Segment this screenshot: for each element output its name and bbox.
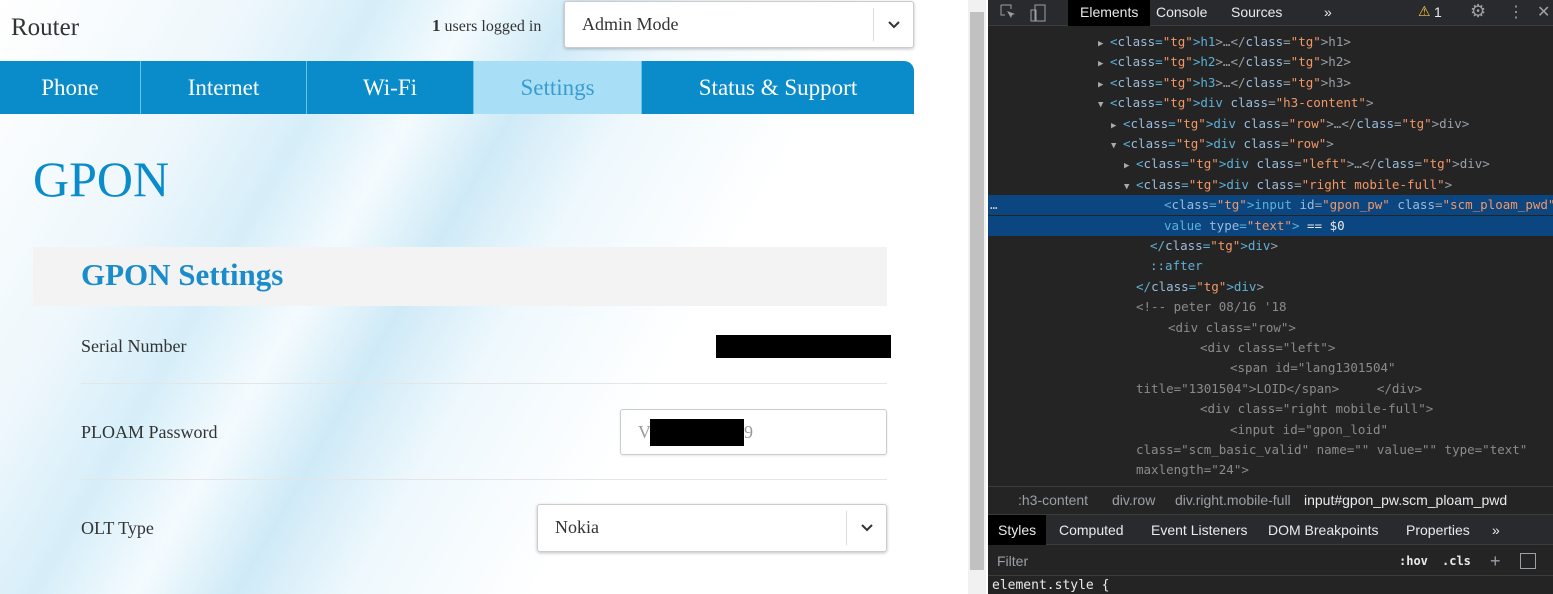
dom-node[interactable]: <div class="right mobile-full"> [988,399,1553,419]
dom-tree: ▶ <class="tg">h1>…</class="tg">h1> ▶ <class… [988,32,1553,484]
dom-node[interactable]: ▶ <class="tg">div class="left">…</class="… [988,154,1553,174]
add-rule-icon[interactable]: + [1490,546,1501,576]
dom-node[interactable]: ▶ <class="tg">h1>…</class="tg">h1> [988,32,1553,52]
dom-node[interactable]: ▼ <class="tg">div class="row"> [988,134,1553,154]
breadcrumb-item[interactable]: :h3-content [1018,487,1088,513]
dom-node[interactable]: <span id="lang1301504" [988,358,1553,378]
filter-input[interactable]: Filter [997,546,1028,576]
styles-filter: Filter :hov .cls + [988,546,1553,576]
dom-node[interactable]: ▼ <class="tg">div class="h3-content"> [988,93,1553,113]
olt-type-label: OLT Type [81,518,154,538]
section-title: GPON Settings [81,257,284,292]
users-text: users logged in [444,18,542,35]
olt-type-select[interactable]: Nokia [537,504,887,552]
hov-toggle[interactable]: :hov [1399,546,1428,576]
dom-node[interactable]: ▼ <class="tg">div class="right mobile-ful… [988,175,1553,195]
divider [81,383,887,384]
tab-sources[interactable]: Sources [1219,0,1294,26]
tab-settings[interactable]: Settings [474,61,642,114]
dom-node[interactable]: ▶ <class="tg">h3>…</class="tg">h3> [988,73,1553,93]
mode-value: Admin Mode [582,14,679,34]
more-icon[interactable]: ⋮ [1508,2,1524,22]
breadcrumb-item[interactable]: div.right.mobile-full [1175,487,1291,513]
warning-icon[interactable]: ⚠ [1418,3,1431,20]
dom-node[interactable]: <div class="left"> [988,338,1553,358]
styles-pane-tabs: Styles Computed Event Listeners DOM Brea… [988,514,1553,545]
tab-status-support[interactable]: Status & Support [642,61,914,114]
tab-computed[interactable]: Computed [1049,515,1134,545]
main-nav: Phone Internet Wi-Fi Settings Status & S… [0,61,914,114]
dom-node[interactable]: </div> [988,481,1553,484]
tab-elements[interactable]: Elements [1068,0,1151,26]
more-style-tabs-button[interactable]: » [1482,515,1510,545]
page-title: GPON [33,151,170,207]
device-toolbar-icon[interactable] [1030,4,1046,25]
brand-title: Router [11,14,80,41]
devtools-panel: Elements Console Sources » ⚠ 1 ⚙ ⋮ ✕ ▶ <c… [988,0,1553,594]
breadcrumb-item-active[interactable]: input#gpon_pw.scm_ploam_pwd [1304,487,1507,513]
dom-node[interactable]: title="1301504">LOID</span> </div> [988,379,1553,399]
router-page: Router 1 users logged in Admin Mode Phon… [0,0,988,594]
inspect-icon[interactable] [1000,4,1016,23]
olt-type-value: Nokia [555,517,599,537]
dom-node[interactable]: </class="tg">div> [988,277,1553,297]
warning-count[interactable]: 1 [1434,4,1442,20]
tab-event-listeners[interactable]: Event Listeners [1141,515,1258,545]
dom-node[interactable]: value type="text"> == $0 [988,215,1553,236]
dom-node[interactable]: class="scm_basic_valid" name="" value=""… [988,440,1553,460]
users-count: 1 [432,16,441,35]
element-style-rule: element.style { [992,578,1110,593]
devtools-toolbar: Elements Console Sources » ⚠ 1 ⚙ ⋮ ✕ [988,0,1553,26]
divider [81,479,887,480]
scrollbar-thumb[interactable] [970,12,984,570]
dom-node[interactable]: ▶ <class="tg">div class="row">…</class="t… [988,114,1553,134]
toggle-sidebar-icon[interactable] [1520,553,1536,569]
gear-icon[interactable]: ⚙ [1470,1,1486,22]
chevron-down-icon [846,511,886,545]
dom-node[interactable]: … <class="tg">input id="gpon_pw" class="s… [988,195,1553,216]
ploam-password-label: PLOAM Password [81,422,218,442]
cls-toggle[interactable]: .cls [1442,546,1471,576]
tab-wifi[interactable]: Wi-Fi [307,61,474,114]
close-icon[interactable]: ✕ [1537,2,1550,22]
dom-node[interactable]: ::after [988,256,1553,276]
chevron-down-icon [873,8,913,41]
users-logged-in: 1 users logged in [432,16,541,36]
mode-select[interactable]: Admin Mode [564,1,914,48]
dom-node[interactable]: maxlength="24"> [988,460,1553,480]
ploam-suffix: 9 [744,422,753,442]
tab-console[interactable]: Console [1144,0,1219,26]
dom-node[interactable]: </class="tg">div> [988,236,1553,256]
more-tabs-button[interactable]: » [1312,0,1344,26]
dom-node[interactable]: <!-- peter 08/16 '18 [988,297,1553,317]
section-header: GPON Settings [33,247,887,306]
dom-node[interactable]: <div class="row"> [988,318,1553,338]
serial-number-label: Serial Number [81,336,187,356]
tab-dom-breakpoints[interactable]: DOM Breakpoints [1258,515,1388,545]
breadcrumb: :h3-content div.row div.right.mobile-ful… [988,486,1553,512]
tab-internet[interactable]: Internet [141,61,307,114]
breadcrumb-item[interactable]: div.row [1112,487,1155,513]
tab-phone[interactable]: Phone [0,61,141,114]
serial-number-redacted [716,335,891,358]
dom-node[interactable]: ▶ <class="tg">h2>…</class="tg">h2> [988,52,1553,72]
ploam-password-input[interactable]: V 9 [620,409,887,455]
ploam-redacted [650,419,744,446]
tab-styles[interactable]: Styles [988,515,1047,545]
tab-properties[interactable]: Properties [1396,515,1480,545]
dom-node[interactable]: <input id="gpon_loid" [988,420,1553,440]
